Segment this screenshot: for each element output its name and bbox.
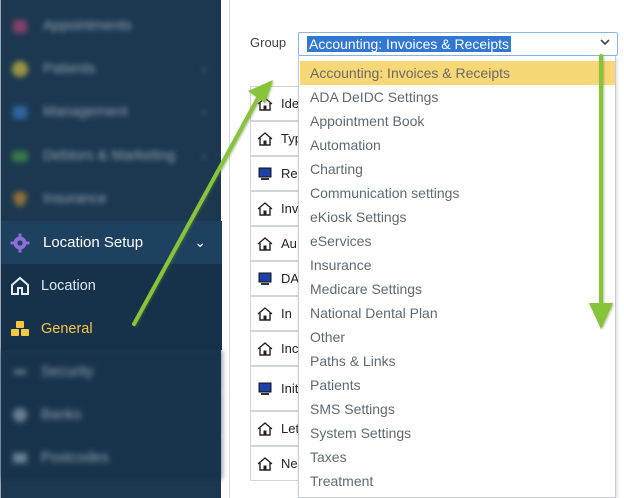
table-row-label: Re	[281, 166, 298, 181]
dropdown-option[interactable]: Paths & Links	[300, 349, 615, 373]
dropdown-option[interactable]: Patients	[300, 373, 615, 397]
dropdown-option[interactable]: Appointment Book	[300, 109, 615, 133]
table-row-label: Ide	[281, 96, 300, 111]
sidebar-item-label: Insurance	[43, 190, 107, 207]
sidebar-item-postcodes[interactable]: Postcodes	[1, 436, 222, 479]
cubes-icon	[9, 320, 31, 338]
sidebar-item-label: Postcodes	[41, 449, 109, 466]
sidebar-item-security[interactable]: Security	[1, 350, 222, 393]
group-label: Group	[250, 35, 287, 50]
sidebar-item-label: Banks	[41, 406, 82, 423]
dropdown-option[interactable]: Accounting: Invoices & Receipts	[300, 61, 615, 85]
dropdown-option[interactable]: National Dental Plan	[300, 301, 615, 325]
money-icon	[9, 147, 31, 165]
house-icon	[257, 306, 273, 322]
sidebar-item-general[interactable]: General	[1, 307, 222, 350]
chevron-down-icon	[599, 36, 611, 51]
computer-icon	[257, 166, 273, 182]
chevron-left-icon: ‹	[202, 148, 206, 163]
sidebar-section-label: Location Setup	[43, 234, 144, 251]
sidebar-item-patients[interactable]: Patients ‹	[1, 47, 222, 90]
envelope-icon	[9, 449, 31, 467]
sidebar-item-appointments[interactable]: Appointments	[1, 4, 222, 47]
dropdown-option[interactable]: Communication settings	[300, 181, 615, 205]
house-icon	[257, 341, 273, 357]
dropdown-option[interactable]: Taxes	[300, 445, 615, 469]
shield-icon	[9, 190, 31, 208]
sidebar-item-location[interactable]: Location	[1, 264, 222, 307]
dropdown-option[interactable]: eServices	[300, 229, 615, 253]
dropdown-option[interactable]: Treatment	[300, 469, 615, 493]
sidebar-item-debtors-marketing[interactable]: Debtors & Marketing ‹	[1, 134, 222, 177]
house-icon	[9, 276, 31, 295]
house-icon	[257, 236, 273, 252]
sidebar-item-label: Security	[41, 363, 94, 380]
dropdown-option[interactable]: ADA DeIDC Settings	[300, 85, 615, 109]
sidebar-item-label: Appointments	[43, 17, 132, 34]
gear-icon	[9, 233, 31, 252]
computer-icon	[257, 381, 273, 397]
house-icon	[257, 131, 273, 147]
dropdown-option[interactable]: Charting	[300, 157, 615, 181]
sidebar-item-management[interactable]: Management ‹	[1, 90, 222, 133]
house-icon	[257, 421, 273, 437]
sidebar-item-label: Debtors & Marketing	[43, 147, 176, 164]
computer-icon	[257, 271, 273, 287]
dropdown-option[interactable]: Automation	[300, 133, 615, 157]
sidebar-item-label: Location	[41, 277, 96, 294]
table-row-label: DA	[281, 271, 300, 286]
table-row-label: Au	[281, 236, 297, 251]
dropdown-option[interactable]: eKiosk Settings	[300, 205, 615, 229]
sidebar-section-location-setup[interactable]: Location Setup ⌄	[1, 221, 222, 264]
sidebar-item-label: Management	[43, 103, 128, 120]
dropdown-option[interactable]: System Settings	[300, 421, 615, 445]
sidebar-item-label: Patients	[43, 60, 96, 77]
bank-icon	[9, 406, 31, 424]
smiley-icon	[9, 60, 31, 78]
house-icon	[257, 96, 273, 112]
sidebar: Appointments Patients ‹ Management ‹ Deb…	[0, 0, 222, 498]
sidebar-item-label: General	[41, 320, 93, 337]
house-icon	[257, 456, 273, 472]
group-dropdown-list: Accounting: Invoices & Receipts ADA DeIDC…	[298, 56, 616, 498]
table-row-label: Inv	[281, 201, 299, 216]
table-row-label: Ne	[281, 456, 298, 471]
table-row-label: Inc	[281, 341, 299, 356]
chevron-left-icon: ‹	[202, 104, 206, 119]
chart-icon	[9, 103, 31, 121]
house-icon	[257, 201, 273, 217]
chevron-left-icon: ‹	[202, 191, 206, 206]
table-row-label: Let	[281, 421, 300, 436]
key-icon	[9, 363, 31, 381]
chevron-down-icon: ⌄	[194, 234, 206, 250]
dropdown-option[interactable]: SMS Settings	[300, 397, 615, 421]
calendar-icon	[9, 17, 31, 35]
table-row-label: Init	[281, 381, 299, 396]
dropdown-option[interactable]: Other	[300, 325, 615, 349]
sidebar-item-banks[interactable]: Banks	[1, 393, 222, 436]
sidebar-item-insurance[interactable]: Insurance ‹	[1, 177, 222, 220]
chevron-left-icon: ‹	[202, 61, 206, 76]
dropdown-option[interactable]: Insurance	[300, 253, 615, 277]
group-select[interactable]: Accounting: Invoices & Receipts	[298, 32, 618, 56]
table-row-label: In	[281, 306, 292, 321]
dropdown-option[interactable]: Medicare Settings	[300, 277, 615, 301]
group-select-value: Accounting: Invoices & Receipts	[307, 36, 511, 52]
